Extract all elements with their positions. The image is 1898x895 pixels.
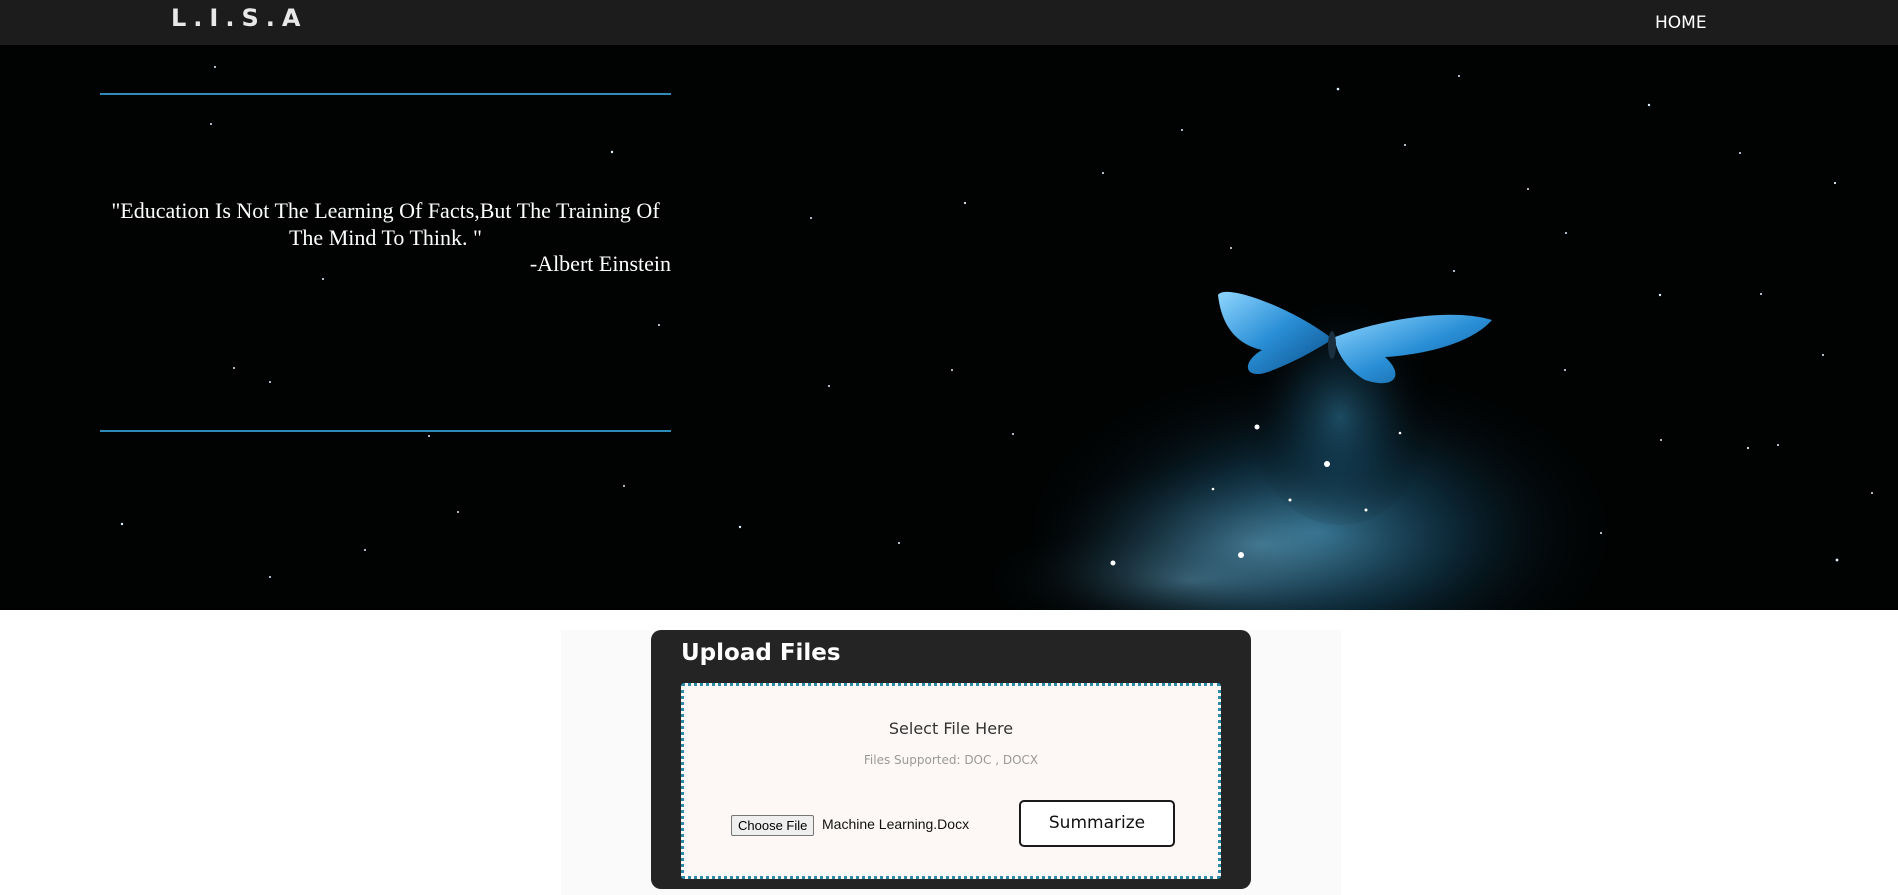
select-file-label: Select File Here (888, 719, 1014, 738)
hero-quote: "Education Is Not The Learning Of Facts,… (111, 198, 660, 250)
upload-title: Upload Files (681, 640, 841, 666)
starfield-background (120, 66, 1873, 610)
summarize-button[interactable]: Summarize (1019, 800, 1175, 847)
quote-bottom-divider (100, 430, 671, 432)
site-logo[interactable]: L.I.S.A (171, 4, 307, 32)
choose-file-button[interactable]: Choose File (731, 815, 815, 836)
top-navbar: L.I.S.A HOME (0, 0, 1898, 45)
supported-formats-label: Files Supported: DOC , DOCX (863, 753, 1039, 767)
selected-file-name: Machine Learning.Docx (822, 816, 970, 832)
quote-author: -Albert Einstein (529, 251, 671, 276)
file-drop-zone[interactable]: Select File Here Files Supported: DOC , … (681, 683, 1221, 879)
quote-top-divider (100, 93, 671, 95)
hero-banner: "Education Is Not The Learning Of Facts,… (0, 45, 1898, 610)
upload-card: Upload Files Select File Here Files Supp… (651, 630, 1251, 889)
nav-home-link[interactable]: HOME (1655, 13, 1707, 33)
